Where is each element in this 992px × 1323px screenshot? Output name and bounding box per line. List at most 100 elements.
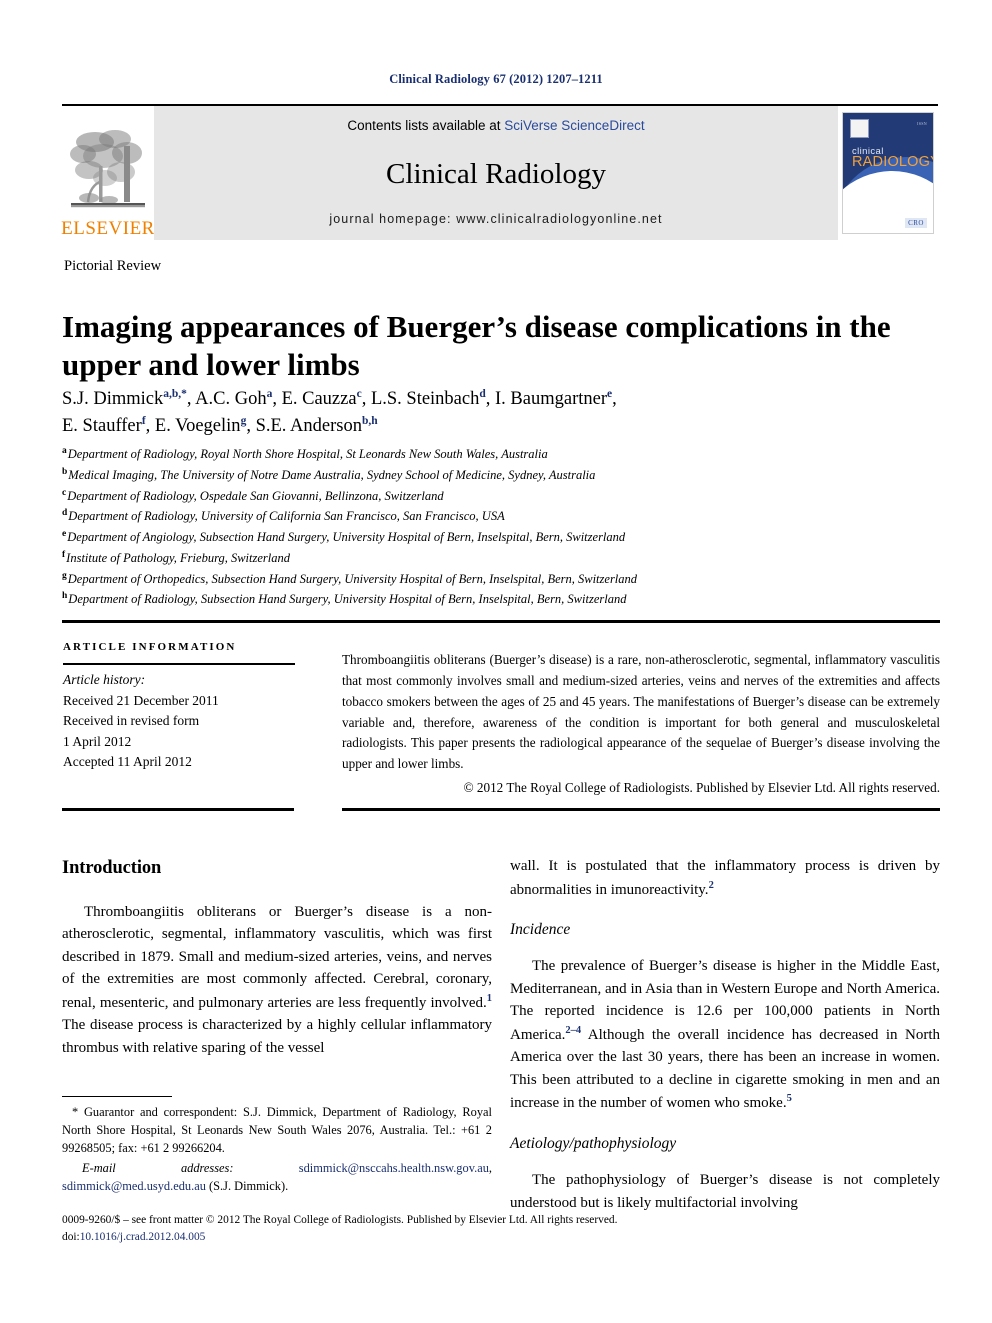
author-list: S.J. Dimmicka,b,*, A.C. Goha, E. Cauzzac… <box>62 388 617 437</box>
cover-badge: CRO <box>905 218 927 228</box>
article-history-line: 1 April 2012 <box>63 733 132 749</box>
affiliation-text: Department of Radiology, Subsection Hand… <box>68 592 627 607</box>
divider-below-article-info <box>62 808 294 811</box>
affiliation-text: Department of Radiology, Royal North Sho… <box>67 447 548 462</box>
journal-masthead: ELSEVIER Contents lists available at Sci… <box>61 104 938 240</box>
masthead-center: Contents lists available at SciVerse Sci… <box>154 106 838 240</box>
contents-prefix: Contents lists available at <box>347 118 505 133</box>
correspondence-note: * Guarantor and correspondent: S.J. Dimm… <box>62 1105 492 1156</box>
email-separator: , <box>488 1161 492 1176</box>
affiliation-item: gDepartment of Orthopedics, Subsection H… <box>62 569 942 590</box>
author-entry: E. Staufferf <box>62 415 146 437</box>
author-marks: a,b,* <box>163 388 187 400</box>
affiliation-item: eDepartment of Angiology, Subsection Han… <box>62 527 942 548</box>
paragraph-text: wall. It is postulated that the inflamma… <box>510 858 940 898</box>
author-marks: c <box>356 388 362 400</box>
reference-marker[interactable]: 2–4 <box>565 1025 581 1036</box>
section-heading-aetiology: Aetiology/pathophysiology <box>510 1134 677 1152</box>
elsevier-logo: ELSEVIER <box>61 106 154 240</box>
affiliation-item: dDepartment of Radiology, University of … <box>62 506 942 527</box>
contents-list-line: Contents lists available at SciVerse Sci… <box>347 118 644 133</box>
article-history-label: Article history: <box>63 672 146 687</box>
journal-homepage[interactable]: journal homepage: www.clinicalradiologyo… <box>329 212 662 226</box>
author-marks: e <box>607 388 613 400</box>
paragraph-text-cont: The disease process is characterized by … <box>62 1017 492 1056</box>
author-name: I. Baumgartner <box>495 389 608 410</box>
affiliation-mark: b <box>62 466 68 477</box>
issn-line: 0009-9260/$ – see front matter © 2012 Th… <box>62 1214 618 1226</box>
affiliation-text: Department of Radiology, Ospedale San Gi… <box>67 488 444 503</box>
email-link-1[interactable]: sdimmick@nsccahs.health.nsw.gov.au <box>299 1161 489 1175</box>
article-type: Pictorial Review <box>64 258 162 274</box>
footnote-rule <box>62 1096 172 1098</box>
author-name: S.E. Anderson <box>255 416 362 437</box>
paragraph: The pathophysiology of Buerger’s disease… <box>510 1169 940 1214</box>
doi-link[interactable]: 10.1016/j.crad.2012.04.005 <box>80 1231 206 1243</box>
sciencedirect-link[interactable]: SciVerse ScienceDirect <box>504 118 644 133</box>
author-marks: g <box>240 414 247 427</box>
author-name: E. Stauffer <box>62 416 142 437</box>
article-information-rule <box>63 663 295 665</box>
body-column-right: wall. It is postulated that the inflamma… <box>510 855 940 1214</box>
affiliation-item: hDepartment of Radiology, Subsection Han… <box>62 589 942 610</box>
doi-line: doi:10.1016/j.crad.2012.04.005 <box>62 1229 942 1246</box>
section-heading-incidence: Incidence <box>510 921 571 938</box>
email-note: E-mail addresses: sdimmick@nsccahs.healt… <box>62 1159 492 1195</box>
article-history-line: Received in revised form <box>63 713 200 729</box>
journal-article-page: Clinical Radiology 67 (2012) 1207–1211 E… <box>0 0 992 1323</box>
paragraph-text: The pathophysiology of Buerger’s disease… <box>510 1172 940 1211</box>
author-entry: E. Cauzzac <box>281 388 362 410</box>
affiliation-item: fInstitute of Pathology, Frieburg, Switz… <box>62 548 942 569</box>
journal-cover-thumbnail[interactable]: ISSN clinical RADIOLOGY CRO <box>838 106 938 240</box>
article-title: Imaging appearances of Buerger’s disease… <box>62 308 891 382</box>
affiliation-text: Department of Angiology, Subsection Hand… <box>67 530 626 545</box>
article-history: Article history: Received 21 December 20… <box>63 670 303 773</box>
author-marks: b,h <box>361 414 378 427</box>
elsevier-tree-icon <box>70 130 145 208</box>
doi-label: doi: <box>62 1231 80 1244</box>
paragraph: The prevalence of Buerger’s disease is h… <box>510 955 940 1115</box>
affiliation-text: Department of Radiology, University of C… <box>68 509 505 524</box>
divider-below-abstract <box>342 808 940 811</box>
email-label: E-mail addresses: <box>82 1161 234 1176</box>
running-head: Clinical Radiology 67 (2012) 1207–1211 <box>389 72 603 86</box>
cover-image: ISSN clinical RADIOLOGY CRO <box>842 112 934 234</box>
affiliation-text: Medical Imaging, The University of Notre… <box>68 467 596 482</box>
affiliation-mark: a <box>62 446 67 456</box>
author-entry: A.C. Goha <box>195 388 272 410</box>
affiliation-text: Department of Orthopedics, Subsection Ha… <box>67 571 638 586</box>
affiliation-text: Institute of Pathology, Frieburg, Switze… <box>66 551 291 566</box>
paragraph-text: Thromboangiitis obliterans or Buerger’s … <box>62 903 492 1011</box>
affiliation-mark: h <box>62 591 68 602</box>
reference-marker[interactable]: 2 <box>709 880 714 891</box>
affiliation-mark: f <box>62 549 66 560</box>
cover-elsevier-icon <box>850 119 869 138</box>
author-entry: I. Baumgartnere <box>495 388 613 410</box>
paragraph: Thromboangiitis obliterans or Buerger’s … <box>62 901 492 1060</box>
affiliation-mark: c <box>62 487 67 498</box>
affiliation-mark: e <box>62 529 67 540</box>
email-suffix: (S.J. Dimmick). <box>205 1179 289 1194</box>
divider-above-article-info <box>62 620 940 623</box>
article-history-line: Accepted 11 April 2012 <box>63 754 192 770</box>
cover-title-radiology: RADIOLOGY <box>852 154 934 170</box>
author-name: S.J. Dimmick <box>62 389 164 410</box>
colophon: 0009-9260/$ – see front matter © 2012 Th… <box>62 1212 942 1246</box>
affiliation-mark: d <box>62 508 68 519</box>
abstract-text: Thromboangiitis obliterans (Buerger’s di… <box>342 652 940 772</box>
journal-title: Clinical Radiology <box>386 158 606 190</box>
author-name: A.C. Goh <box>195 389 267 410</box>
section-heading-introduction: Introduction <box>62 858 162 878</box>
paragraph-text-cont: Although the overall incidence has decre… <box>510 1026 940 1112</box>
author-entry: S.E. Andersonb,h <box>255 414 378 437</box>
cover-tiny-text: ISSN <box>917 121 927 126</box>
email-link-2[interactable]: sdimmick@med.usyd.edu.au <box>62 1179 206 1193</box>
author-entry: L.S. Steinbachd <box>370 388 486 410</box>
article-history-line: Received 21 December 2011 <box>63 692 219 708</box>
affiliation-mark: g <box>62 570 67 581</box>
reference-marker[interactable]: 5 <box>787 1093 792 1104</box>
author-name: E. Cauzza <box>281 389 357 410</box>
reference-marker[interactable]: 1 <box>487 993 492 1004</box>
author-name: L.S. Steinbach <box>370 389 480 410</box>
abstract-copyright: © 2012 The Royal College of Radiologists… <box>463 780 940 796</box>
